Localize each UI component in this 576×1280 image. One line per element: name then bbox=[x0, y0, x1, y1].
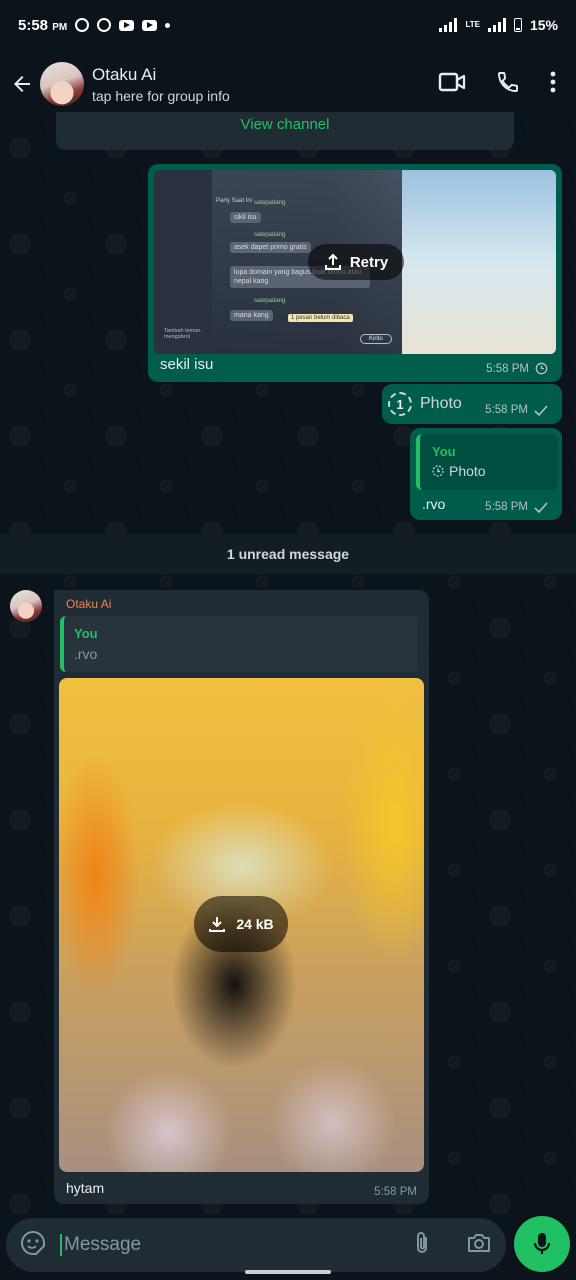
quote-author: You bbox=[432, 444, 456, 459]
file-size: 24 kB bbox=[236, 916, 274, 932]
blurred-image-preview[interactable]: 24 kB bbox=[59, 678, 424, 1172]
incoming-image-message[interactable]: Otaku Ai You .rvo 24 kB hytam 5:58 PM bbox=[54, 590, 429, 1204]
message-time: 5:58 PM bbox=[486, 362, 529, 375]
message-text: .rvo bbox=[422, 496, 446, 512]
kebab-menu-icon bbox=[550, 71, 556, 92]
sender-name[interactable]: Otaku Ai bbox=[66, 597, 111, 611]
view-once-icon bbox=[432, 465, 444, 477]
photo-label: Photo bbox=[420, 395, 462, 412]
more-options-button[interactable] bbox=[550, 71, 556, 98]
message-time: 5:58 PM bbox=[485, 501, 528, 513]
reply-message[interactable]: You Photo .rvo 5:58 PM bbox=[410, 428, 562, 520]
message-input[interactable] bbox=[60, 1234, 390, 1256]
attach-button[interactable] bbox=[412, 1230, 432, 1261]
microphone-icon bbox=[533, 1233, 551, 1254]
download-button[interactable]: 24 kB bbox=[194, 896, 288, 952]
more-notifications-dot bbox=[165, 22, 171, 28]
group-subtitle: tap here for group info bbox=[92, 87, 230, 104]
image-caption: sekil isu bbox=[160, 356, 214, 373]
signal-icon bbox=[487, 18, 506, 32]
signal-icon bbox=[439, 18, 458, 32]
quote-text: .rvo bbox=[74, 646, 98, 662]
image-thumbnail[interactable]: Party Saat Ini satepadang sikil isu sate… bbox=[154, 170, 556, 354]
message-time: 5:58 PM bbox=[374, 1186, 417, 1198]
status-bar: 5:58 PM LTE 15% bbox=[0, 0, 576, 50]
image-caption: hytam bbox=[66, 1180, 105, 1196]
emoji-sticker-button[interactable] bbox=[20, 1230, 46, 1261]
message-meta: 5:58 PM bbox=[374, 1186, 417, 1198]
message-meta: 5:58 PM bbox=[486, 362, 548, 375]
quote-text: Photo bbox=[449, 463, 486, 479]
battery-icon bbox=[513, 18, 522, 32]
quoted-message[interactable]: You .rvo bbox=[60, 616, 418, 672]
camera-button[interactable] bbox=[466, 1232, 492, 1259]
quote-author: You bbox=[74, 626, 98, 641]
status-time: 5:58 PM bbox=[18, 16, 68, 34]
thumb-text: satepadang bbox=[254, 232, 286, 238]
group-avatar[interactable] bbox=[40, 62, 84, 106]
outgoing-image-message[interactable]: Party Saat Ini satepadang sikil isu sate… bbox=[148, 164, 562, 382]
view-channel-link[interactable]: View channel bbox=[241, 116, 330, 133]
message-composer bbox=[6, 1218, 506, 1272]
thumb-text: 1 pesan belum dibaca bbox=[288, 314, 353, 322]
thumb-text: sikil isu bbox=[230, 212, 261, 223]
sticker-icon bbox=[21, 1230, 45, 1255]
camera-icon bbox=[468, 1233, 490, 1252]
retry-label: Retry bbox=[349, 253, 389, 271]
back-button[interactable] bbox=[6, 68, 38, 100]
youtube-notification-icon bbox=[142, 19, 158, 31]
clock-pending-icon bbox=[535, 362, 548, 375]
sent-check-icon bbox=[534, 404, 548, 416]
channel-card: View channel bbox=[56, 112, 514, 150]
message-meta: 5:58 PM bbox=[485, 404, 548, 416]
view-once-icon: 1 bbox=[388, 392, 412, 416]
unread-label: 1 unread message bbox=[226, 546, 350, 562]
thumb-text: mana kang bbox=[230, 310, 273, 321]
thumb-text: asek dapet primo gratis bbox=[230, 242, 311, 253]
thumb-text: Kirito bbox=[360, 334, 392, 344]
voice-call-button[interactable] bbox=[496, 70, 520, 99]
battery-level: 15% bbox=[529, 17, 558, 33]
chat-header: Otaku Ai tap here for group info bbox=[0, 50, 576, 118]
network-type: LTE bbox=[465, 20, 480, 29]
paperclip-icon bbox=[417, 1231, 427, 1253]
voice-message-button[interactable] bbox=[514, 1216, 570, 1272]
retry-upload-button[interactable]: Retry bbox=[308, 244, 404, 280]
sender-avatar[interactable] bbox=[10, 590, 42, 622]
sent-check-icon bbox=[534, 501, 548, 513]
youtube-notification-icon bbox=[119, 19, 135, 31]
whatsapp-notification-icon bbox=[75, 18, 90, 32]
video-call-button[interactable] bbox=[438, 71, 466, 98]
video-camera-icon bbox=[438, 72, 466, 91]
home-indicator[interactable] bbox=[245, 1270, 331, 1274]
thumb-text: satepadang bbox=[254, 200, 286, 206]
upload-icon bbox=[324, 253, 341, 270]
thumb-text: Party Saat Ini bbox=[216, 198, 253, 204]
group-title: Otaku Ai bbox=[92, 64, 157, 84]
thumb-text: satepadang bbox=[254, 298, 286, 304]
phone-icon bbox=[498, 71, 518, 92]
download-icon bbox=[209, 917, 226, 932]
view-once-photo-message[interactable]: 1 Photo 5:58 PM bbox=[382, 384, 562, 424]
group-info[interactable]: Otaku Ai tap here for group info bbox=[92, 65, 230, 104]
quote-body: Photo bbox=[432, 463, 546, 479]
quoted-message[interactable]: You Photo bbox=[416, 434, 558, 490]
message-meta: 5:58 PM bbox=[485, 501, 548, 513]
back-arrow-icon bbox=[14, 76, 30, 92]
unread-divider: 1 unread message bbox=[0, 534, 576, 574]
thumb-text: Tambah teman mengobrol bbox=[164, 328, 201, 340]
message-time: 5:58 PM bbox=[485, 404, 528, 416]
whatsapp-notification-icon bbox=[97, 18, 112, 32]
